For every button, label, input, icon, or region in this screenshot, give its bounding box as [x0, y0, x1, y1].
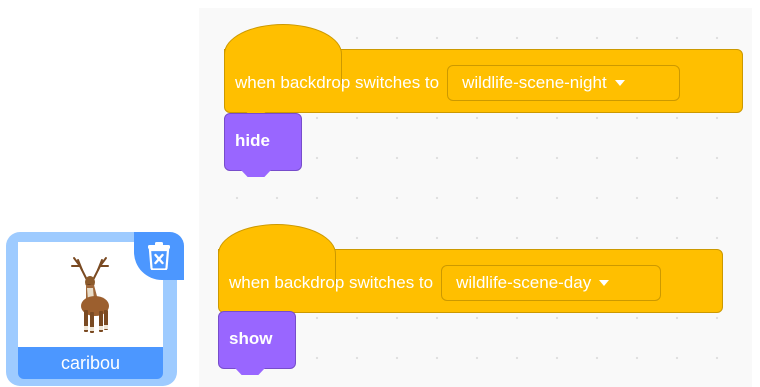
hide-block[interactable]: hide [224, 113, 302, 177]
app-root: when backdrop switches to wildlife-scene… [0, 0, 760, 387]
hat-block-content: when backdrop switches to wildlife-scene… [219, 250, 722, 312]
show-block[interactable]: show [218, 311, 296, 375]
backdrop-dropdown[interactable]: wildlife-scene-night [447, 65, 681, 101]
chevron-down-icon [614, 80, 625, 86]
hat-block-label: when backdrop switches to [235, 73, 440, 92]
hide-block-label: hide [235, 131, 270, 150]
code-workspace[interactable]: when backdrop switches to wildlife-scene… [199, 8, 752, 387]
sprite-name-bar: caribou [18, 347, 163, 379]
caribou-image [71, 257, 109, 333]
sprite-tile-caribou[interactable]: caribou [6, 232, 184, 386]
backdrop-dropdown-value: wildlife-scene-night [462, 73, 607, 92]
event-hat-block[interactable]: when backdrop switches to wildlife-scene… [224, 24, 743, 113]
block-notch [235, 368, 265, 375]
show-block-label: show [229, 329, 273, 348]
block-notch [241, 170, 271, 177]
hat-block-content: when backdrop switches to wildlife-scene… [225, 50, 742, 112]
trash-icon [148, 242, 170, 270]
backdrop-dropdown-value: wildlife-scene-day [456, 273, 592, 292]
event-hat-block[interactable]: when backdrop switches to wildlife-scene… [218, 224, 723, 313]
chevron-down-icon [599, 280, 610, 286]
hat-block-label: when backdrop switches to [229, 273, 434, 292]
sprite-name: caribou [60, 352, 121, 373]
backdrop-dropdown[interactable]: wildlife-scene-day [441, 265, 662, 301]
